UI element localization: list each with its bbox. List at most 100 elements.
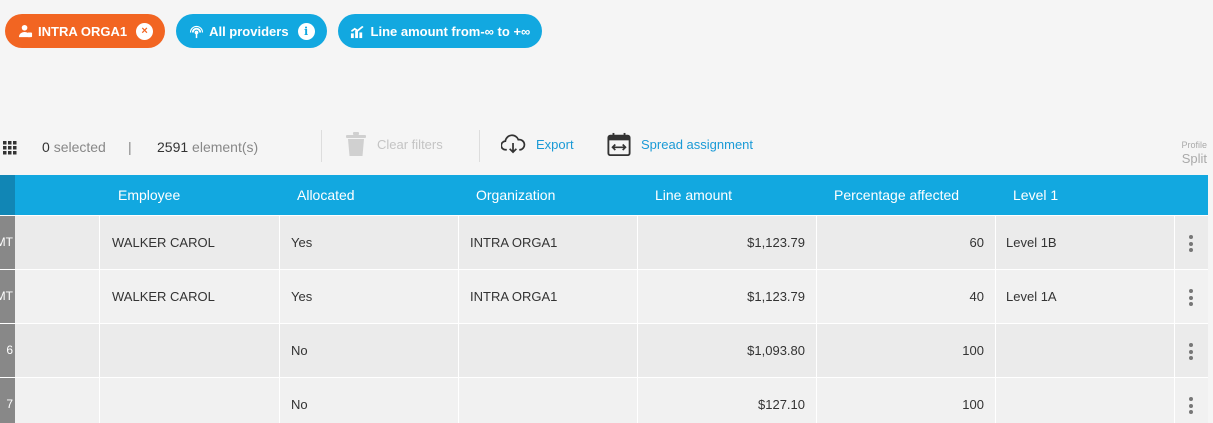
column-header-percentage-affected[interactable]: Percentage affected (834, 187, 959, 203)
table-row[interactable]: MT WALKER CAROL Yes INTRA ORGA1 $1,123.79 60 L… (0, 215, 1208, 269)
chart-icon (350, 23, 366, 39)
cell-percentage-affected: 60 (817, 216, 996, 269)
cell-line-amount: $127.10 (638, 378, 817, 423)
table-row[interactable]: MT WALKER CAROL Yes INTRA ORGA1 $1,123.79 40 L… (0, 269, 1208, 323)
row-stub-text: MT (0, 289, 13, 303)
remove-filter-icon[interactable]: × (136, 22, 154, 40)
cell-employee: WALKER CAROL (100, 270, 280, 323)
filter-chip-organization[interactable]: INTRA ORGA1 × (5, 14, 166, 48)
cell-employee (100, 378, 280, 423)
row-stub: MT (0, 270, 15, 323)
cell-allocated: No (280, 324, 459, 377)
column-header-organization[interactable]: Organization (476, 187, 555, 203)
cell-level-1 (996, 324, 1175, 377)
profile-indicator[interactable]: Profile Split (1181, 140, 1207, 166)
table-body: MT WALKER CAROL Yes INTRA ORGA1 $1,123.79 60 L… (0, 215, 1208, 423)
cell-allocated-text: No (291, 397, 308, 412)
column-header-employee[interactable]: Employee (118, 187, 180, 203)
providers-icon (188, 23, 204, 39)
cell-percentage-affected: 100 (817, 324, 996, 377)
cell-allocated-text: Yes (291, 289, 313, 304)
cell-organization (459, 378, 638, 423)
cell-level-1-text: Level 1B (1006, 235, 1057, 250)
column-header-allocated[interactable]: Allocated (297, 187, 355, 203)
table-toolbar: 0 selected | 2591 element(s) Clear filte… (0, 128, 1213, 168)
calendar-spread-icon (607, 132, 631, 157)
header-stub (0, 175, 15, 215)
row-menu-icon[interactable] (1189, 397, 1193, 417)
element-count-label: element(s) (192, 139, 259, 155)
filter-chip-label: All providers (209, 23, 289, 39)
column-header-level-1[interactable]: Level 1 (1013, 187, 1058, 203)
cell-allocated: No (280, 378, 459, 423)
row-stub: MT (0, 216, 15, 269)
filter-chip-label: INTRA ORGA1 (38, 23, 128, 39)
info-icon[interactable]: i (297, 22, 315, 40)
cell-line-amount-text: $127.10 (758, 397, 805, 412)
cell-line-amount: $1,123.79 (638, 270, 817, 323)
table-header: Employee Allocated Organization Line amo… (0, 175, 1208, 215)
table-row[interactable]: 7 No $127.10 100 (0, 377, 1208, 423)
selected-count: 0 selected (42, 139, 106, 155)
selected-count-label: selected (53, 139, 106, 155)
spread-assignment-label: Spread assignment (641, 137, 754, 152)
cell-allocated-text: Yes (291, 235, 313, 250)
row-stub: 6 (0, 324, 15, 377)
row-stub: 7 (0, 378, 15, 423)
trash-icon (345, 132, 367, 156)
cell-percentage-affected: 100 (817, 378, 996, 423)
toolbar-divider (321, 130, 322, 162)
cell-level-1: Level 1B (996, 216, 1175, 269)
range-to-word: to (493, 23, 514, 39)
cell-level-1: Level 1A (996, 270, 1175, 323)
grid-view-icon[interactable] (3, 141, 17, 155)
spread-assignment-button[interactable]: Spread assignment (607, 132, 753, 157)
cell-hidden-column (15, 324, 100, 377)
cell-allocated: Yes (280, 270, 459, 323)
cell-organization (459, 324, 638, 377)
data-table: Employee Allocated Organization Line amo… (0, 175, 1208, 423)
column-header-line-amount[interactable]: Line amount (655, 187, 732, 203)
filter-bar: INTRA ORGA1 × All providers i Line amoun… (5, 14, 543, 48)
cell-employee-text: WALKER CAROL (112, 235, 215, 250)
cell-organization: INTRA ORGA1 (459, 270, 638, 323)
row-stub-text: 7 (6, 397, 13, 411)
cell-allocated-text: No (291, 343, 308, 358)
cell-employee: WALKER CAROL (100, 216, 280, 269)
clear-filters-button[interactable]: Clear filters (345, 132, 443, 156)
cell-percentage-affected-text: 100 (962, 397, 984, 412)
cloud-download-icon (501, 134, 526, 154)
cell-employee (100, 324, 280, 377)
row-menu-icon[interactable] (1189, 235, 1193, 255)
cell-line-amount-text: $1,123.79 (747, 235, 805, 250)
cell-percentage-affected-text: 40 (969, 289, 984, 304)
table-row[interactable]: 6 No $1,093.80 100 (0, 323, 1208, 377)
cell-employee-text: WALKER CAROL (112, 289, 215, 304)
profile-value: Split (1181, 151, 1207, 166)
cell-percentage-affected-text: 100 (962, 343, 984, 358)
row-stub-text: MT (0, 235, 13, 249)
export-button[interactable]: Export (501, 134, 574, 154)
filter-chip-label-prefix: Line amount from (370, 23, 481, 39)
row-menu-icon[interactable] (1189, 343, 1193, 363)
cell-allocated: Yes (280, 216, 459, 269)
clear-filters-label: Clear filters (377, 136, 443, 152)
cell-level-1 (996, 378, 1175, 423)
filter-chip-line-amount[interactable]: Line amount from -∞ to +∞ (337, 14, 543, 48)
cell-line-amount: $1,123.79 (638, 216, 817, 269)
row-menu-icon[interactable] (1189, 289, 1193, 309)
org-person-icon (17, 23, 33, 39)
cell-organization-text: INTRA ORGA1 (470, 235, 558, 250)
element-count-value: 2591 (157, 139, 189, 155)
cell-line-amount-text: $1,093.80 (747, 343, 805, 358)
filter-chip-providers[interactable]: All providers i (176, 14, 327, 48)
cell-organization: INTRA ORGA1 (459, 216, 638, 269)
cell-percentage-affected-text: 60 (969, 235, 984, 250)
range-from: -∞ (480, 23, 494, 39)
cell-hidden-column (15, 378, 100, 423)
cell-hidden-column (15, 270, 100, 323)
toolbar-divider (479, 130, 480, 162)
profile-label: Profile (1181, 140, 1207, 150)
cell-hidden-column (15, 216, 100, 269)
toolbar-separator: | (128, 139, 132, 155)
